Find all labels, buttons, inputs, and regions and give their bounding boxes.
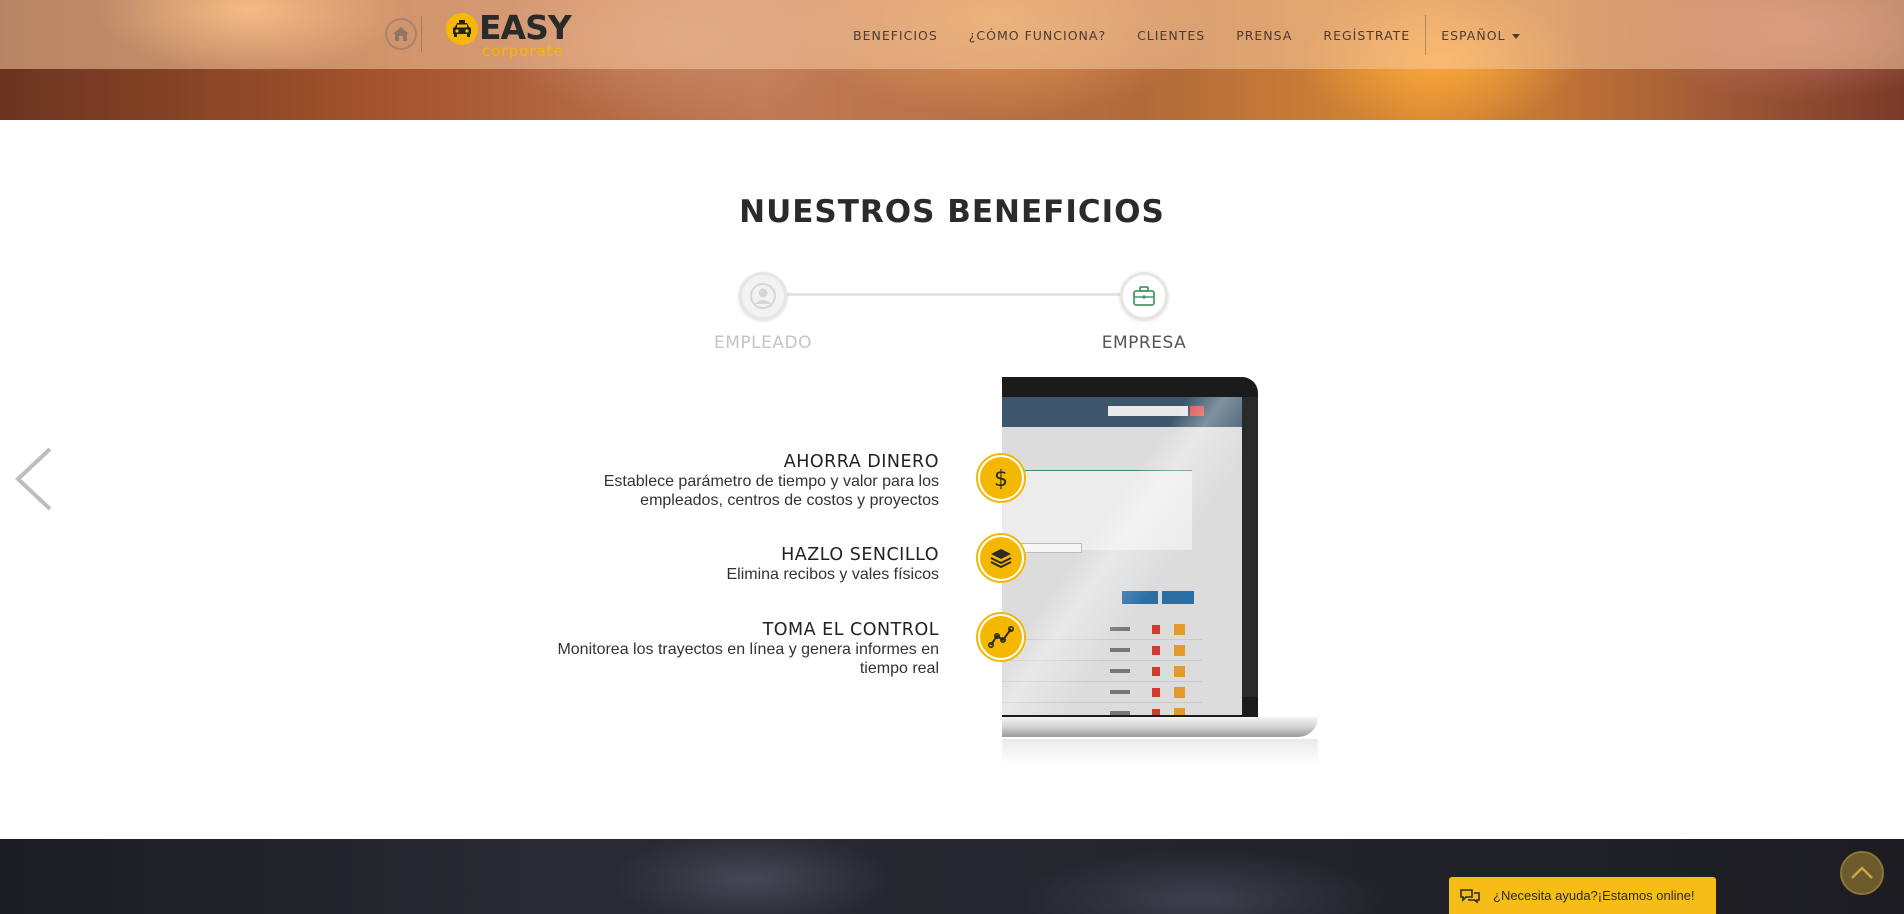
- chat-label: ¿Necesita ayuda?¡Estamos online!: [1493, 888, 1695, 903]
- language-label: ESPAÑOL: [1441, 27, 1506, 43]
- laptop-base: [1002, 717, 1318, 737]
- toggle-track: [763, 293, 1145, 296]
- toggle-company-button[interactable]: [1120, 272, 1168, 320]
- feature-description: Establece parámetro de tiempo y valor pa…: [603, 473, 939, 509]
- nav-item-prensa[interactable]: PRENSA: [1236, 28, 1292, 43]
- user-icon: [750, 283, 776, 309]
- nav-menu: BENEFICIOS ¿CÓMO FUNCIONA? CLIENTES PREN…: [853, 15, 1551, 55]
- feature-description: Elimina recibos y vales físicos: [726, 566, 939, 583]
- home-icon: [393, 27, 409, 41]
- toggle-employee-label[interactable]: EMPLEADO: [663, 333, 863, 353]
- feature-save-money: AHORRA DINERO Establece parámetro de tie…: [559, 452, 939, 510]
- scroll-to-top-button[interactable]: [1840, 851, 1884, 895]
- briefcase-icon: [1133, 286, 1155, 306]
- nav-separator: [1425, 15, 1427, 55]
- feature-title: TOMA EL CONTROL: [762, 620, 939, 640]
- chevron-up-icon: [1851, 866, 1873, 879]
- dollar-icon: $: [994, 467, 1008, 491]
- feature-title: AHORRA DINERO: [783, 452, 939, 472]
- feature-simple: HAZLO SENCILLO Elimina recibos y vales f…: [559, 545, 939, 584]
- chevron-left-icon: [15, 447, 52, 511]
- taxi-icon: [446, 13, 478, 45]
- laptop-screen: [1002, 397, 1242, 715]
- toggle-employee-button[interactable]: [739, 272, 787, 320]
- feature-control: TOMA EL CONTROL Monitorea los trayectos …: [519, 620, 939, 678]
- language-dropdown[interactable]: ESPAÑOL: [1441, 27, 1520, 43]
- dollar-icon-badge: $: [976, 453, 1026, 503]
- logo-subtitle: corporate: [482, 42, 564, 60]
- layers-icon-badge: [976, 533, 1026, 583]
- carousel-prev-button[interactable]: [14, 447, 54, 511]
- chat-bubbles-icon: [1460, 888, 1480, 904]
- nav-item-clientes[interactable]: CLIENTES: [1137, 28, 1205, 43]
- home-divider: [421, 16, 422, 52]
- logo[interactable]: EASY corporate: [446, 8, 576, 60]
- chat-widget[interactable]: ¿Necesita ayuda?¡Estamos online!: [1449, 877, 1716, 914]
- chart-line-icon: [988, 626, 1014, 648]
- nav-item-beneficios[interactable]: BENEFICIOS: [853, 28, 938, 43]
- laptop-mockup: [1002, 377, 1322, 772]
- feature-title: HAZLO SENCILLO: [781, 545, 939, 565]
- chart-line-icon-badge: [976, 612, 1026, 662]
- caret-down-icon: [1511, 33, 1520, 39]
- section-title: NUESTROS BENEFICIOS: [739, 194, 1165, 230]
- navbar: EASY corporate BENEFICIOS ¿CÓMO FUNCIONA…: [0, 0, 1904, 69]
- toggle-company-label[interactable]: EMPRESA: [1044, 333, 1244, 353]
- laptop-reflection: [1002, 739, 1318, 765]
- svg-text:$: $: [994, 467, 1008, 491]
- nav-item-registrate[interactable]: REGÍSTRATE: [1323, 28, 1410, 43]
- nav-item-como-funciona[interactable]: ¿CÓMO FUNCIONA?: [969, 28, 1106, 43]
- layers-icon: [990, 549, 1012, 569]
- screen-glare: [1002, 397, 1242, 715]
- home-button[interactable]: [385, 18, 417, 50]
- feature-description: Monitorea los trayectos en línea y gener…: [557, 641, 939, 677]
